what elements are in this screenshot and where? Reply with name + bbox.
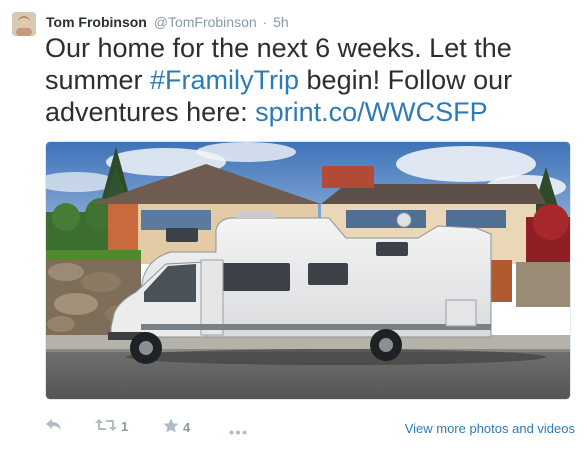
tweet-actions: 1 4 View more photos and videos xyxy=(45,418,575,440)
avatar-image xyxy=(12,12,36,36)
more-button[interactable] xyxy=(229,423,247,438)
tweet-timestamp[interactable]: 5h xyxy=(273,14,289,30)
retweet-count: 1 xyxy=(121,419,129,434)
star-icon xyxy=(163,418,179,436)
avatar[interactable] xyxy=(12,12,36,36)
favorite-count: 4 xyxy=(183,419,191,435)
more-icon xyxy=(229,423,247,438)
tweet-text: Our home for the next 6 weeks. Let the s… xyxy=(45,32,577,128)
reply-icon xyxy=(45,418,63,435)
tweet-photo[interactable] xyxy=(45,141,571,400)
author-name[interactable]: Tom Frobinson xyxy=(46,14,147,30)
url-link[interactable]: sprint.co/WWCSFP xyxy=(255,97,488,127)
retweet-icon xyxy=(95,418,117,435)
retweet-button[interactable]: 1 xyxy=(95,418,128,435)
tweet-header: Tom Frobinson @TomFrobinson · 5h xyxy=(46,13,289,31)
hashtag-link[interactable]: #FramilyTrip xyxy=(150,65,299,95)
view-more-media-link[interactable]: View more photos and videos xyxy=(405,421,575,436)
favorite-button[interactable]: 4 xyxy=(163,418,190,436)
rv-house-photo xyxy=(46,142,570,399)
header-separator: · xyxy=(262,14,268,30)
reply-button[interactable] xyxy=(45,418,63,435)
author-handle[interactable]: @TomFrobinson xyxy=(154,14,257,30)
